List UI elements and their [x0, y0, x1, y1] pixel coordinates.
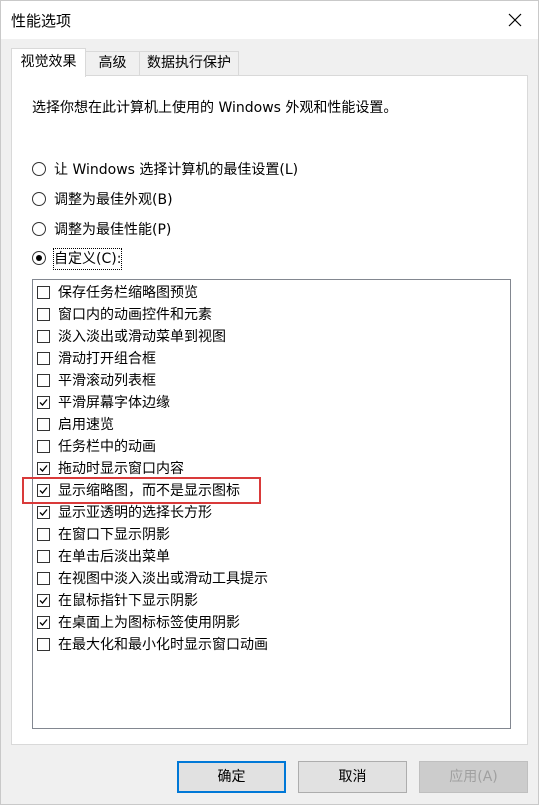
list-item[interactable]: 启用速览 — [37, 414, 497, 436]
list-item[interactable]: 滑动打开组合框 — [37, 348, 497, 370]
highlight-annotation-box — [22, 477, 261, 504]
visual-effects-list[interactable]: 保存任务栏缩略图预览 窗口内的动画控件和元素 淡入淡出或滑动菜单到视图 滑动打开组合框… — [32, 279, 511, 729]
list-item-label: 窗口内的动画控件和元素 — [58, 307, 212, 323]
list-item[interactable]: 在鼠标指针下显示阴影 — [37, 590, 497, 612]
checkbox[interactable] — [37, 308, 50, 321]
list-item-label: 在最大化和最小化时显示窗口动画 — [58, 637, 268, 653]
ok-button[interactable]: 确定 — [177, 761, 286, 793]
checkbox[interactable] — [37, 330, 50, 343]
list-item-label: 淡入淡出或滑动菜单到视图 — [58, 329, 226, 345]
visual-effects-panel: 选择你想在此计算机上使用的 Windows 外观和性能设置。 让 Windows… — [11, 75, 528, 745]
radio-label: 调整为最佳外观(B) — [54, 192, 173, 208]
list-item[interactable]: 平滑滚动列表框 — [37, 370, 497, 392]
list-item[interactable]: 在桌面上为图标标签使用阴影 — [37, 612, 497, 634]
checkbox[interactable] — [37, 638, 50, 651]
close-icon — [508, 13, 522, 27]
list-item-label: 平滑滚动列表框 — [58, 373, 156, 389]
list-item[interactable]: 在窗口下显示阴影 — [37, 524, 497, 546]
cancel-button[interactable]: 取消 — [298, 761, 407, 793]
list-item[interactable]: 保存任务栏缩略图预览 — [37, 282, 497, 304]
performance-options-dialog: 性能选项 视觉效果 高级 数据执行保护 选择你想在此计算机上使用的 Window… — [0, 0, 539, 805]
list-item[interactable]: 显示亚透明的选择长方形 — [37, 502, 497, 524]
checkbox[interactable] — [37, 396, 50, 409]
radio-button[interactable] — [32, 192, 46, 206]
list-item-label: 平滑屏幕字体边缘 — [58, 395, 170, 411]
radio-button[interactable] — [32, 251, 46, 265]
checkmark-icon — [39, 399, 48, 406]
radio-button[interactable] — [32, 162, 46, 176]
list-item[interactable]: 窗口内的动画控件和元素 — [37, 304, 497, 326]
tab-data-execution-prevention[interactable]: 数据执行保护 — [139, 51, 239, 75]
list-item[interactable]: 任务栏中的动画 — [37, 436, 497, 458]
checkmark-icon — [39, 597, 48, 604]
list-item-label: 显示亚透明的选择长方形 — [58, 505, 212, 521]
list-item[interactable]: 在单击后淡出菜单 — [37, 546, 497, 568]
radio-label: 自定义(C): — [52, 248, 123, 270]
list-item-label: 任务栏中的动画 — [58, 439, 156, 455]
checkbox[interactable] — [37, 528, 50, 541]
list-item-label: 滑动打开组合框 — [58, 351, 156, 367]
checkmark-icon — [39, 465, 48, 472]
radio-label: 让 Windows 选择计算机的最佳设置(L) — [54, 162, 299, 178]
apply-button[interactable]: 应用(A) — [419, 761, 528, 793]
close-button[interactable] — [492, 1, 538, 39]
checkbox[interactable] — [37, 374, 50, 387]
list-item-label: 在桌面上为图标标签使用阴影 — [58, 615, 240, 631]
list-item-label: 保存任务栏缩略图预览 — [58, 285, 198, 301]
list-item-label: 启用速览 — [58, 417, 114, 433]
list-item-label: 在单击后淡出菜单 — [58, 549, 170, 565]
checkmark-icon — [39, 619, 48, 626]
list-item-label: 在视图中淡入淡出或滑动工具提示 — [58, 571, 268, 587]
title-bar: 性能选项 — [1, 1, 538, 39]
checkbox[interactable] — [37, 594, 50, 607]
list-item-label: 在窗口下显示阴影 — [58, 527, 170, 543]
list-item[interactable]: 淡入淡出或滑动菜单到视图 — [37, 326, 497, 348]
checkbox[interactable] — [37, 572, 50, 585]
checkbox[interactable] — [37, 440, 50, 453]
checkbox[interactable] — [37, 506, 50, 519]
description-text: 选择你想在此计算机上使用的 Windows 外观和性能设置。 — [32, 100, 398, 116]
window-title: 性能选项 — [11, 12, 72, 30]
checkmark-icon — [39, 509, 48, 516]
checkbox[interactable] — [37, 462, 50, 475]
checkbox[interactable] — [37, 616, 50, 629]
checkbox[interactable] — [37, 286, 50, 299]
checkbox[interactable] — [37, 352, 50, 365]
checkbox[interactable] — [37, 550, 50, 563]
checkbox[interactable] — [37, 418, 50, 431]
tab-visual-effects[interactable]: 视觉效果 — [11, 48, 86, 77]
tab-advanced[interactable]: 高级 — [85, 51, 140, 75]
list-item-label: 在鼠标指针下显示阴影 — [58, 593, 198, 609]
radio-label: 调整为最佳性能(P) — [54, 222, 172, 238]
radio-button[interactable] — [32, 222, 46, 236]
list-item[interactable]: 在最大化和最小化时显示窗口动画 — [37, 634, 497, 656]
list-item[interactable]: 平滑屏幕字体边缘 — [37, 392, 497, 414]
list-item[interactable]: 在视图中淡入淡出或滑动工具提示 — [37, 568, 497, 590]
